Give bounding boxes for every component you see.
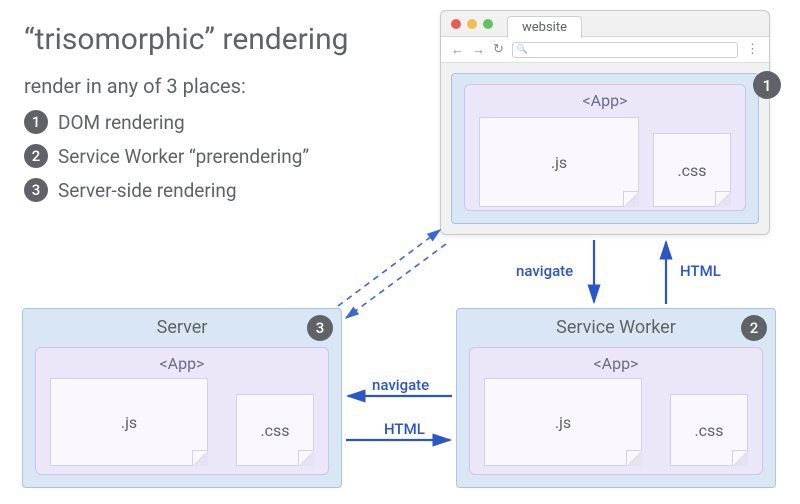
panel-title: Service Worker: [457, 317, 775, 338]
diagram-subtitle: render in any of 3 places:: [24, 74, 246, 98]
diagram-title: “trisomorphic” rendering: [24, 22, 349, 57]
file-label: .js: [121, 413, 137, 432]
list-item: 1 DOM rendering: [24, 110, 309, 134]
page-fold-icon: [623, 191, 639, 207]
browser-viewport: <App> .js .css: [451, 73, 759, 224]
arrow-dashed-browser-server-icon: [346, 244, 446, 318]
page-fold-icon: [626, 450, 642, 466]
location-badge-icon: 2: [741, 315, 767, 341]
places-list: 1 DOM rendering 2 Service Worker “preren…: [24, 110, 309, 212]
search-icon: 🔍: [517, 45, 528, 55]
list-item-label: DOM rendering: [58, 111, 185, 134]
menu-icon: ⋮: [746, 42, 759, 57]
file-js: .js: [484, 378, 642, 466]
list-item: 3 Server-side rendering: [24, 178, 309, 202]
file-label: .css: [677, 161, 706, 180]
app-label: <App>: [465, 91, 745, 110]
browser-toolbar: ← → ↻ 🔍 ⋮: [441, 37, 769, 63]
back-icon: ←: [451, 42, 464, 58]
file-css: .css: [670, 394, 748, 466]
file-label: .js: [555, 413, 571, 432]
traffic-light-close-icon: [451, 19, 461, 29]
file-js: .js: [50, 378, 208, 466]
file-label: .css: [694, 421, 723, 440]
browser-titlebar: website: [441, 11, 769, 37]
page-fold-icon: [732, 450, 748, 466]
page-fold-icon: [192, 450, 208, 466]
number-badge-icon: 2: [24, 144, 48, 168]
number-badge-icon: 1: [24, 110, 48, 134]
browser-window: website ← → ↻ 🔍 ⋮ 1 <App> .js .css: [440, 10, 770, 235]
list-item-label: Service Worker “prerendering”: [58, 145, 309, 168]
server-panel: Server 3 <App> .js .css: [22, 308, 342, 488]
file-js: .js: [479, 117, 639, 207]
file-label: .js: [551, 153, 567, 172]
forward-icon: →: [472, 42, 485, 58]
arrow-label-navigate: navigate: [372, 376, 429, 394]
url-bar: 🔍: [512, 42, 738, 58]
traffic-light-min-icon: [467, 19, 477, 29]
app-box: <App> .js .css: [464, 84, 746, 211]
page-fold-icon: [298, 450, 314, 466]
browser-tab: website: [507, 16, 582, 38]
number-badge-icon: 3: [24, 178, 48, 202]
reload-icon: ↻: [493, 42, 504, 57]
list-item-label: Server-side rendering: [58, 179, 237, 202]
file-label: .css: [260, 421, 289, 440]
service-worker-panel: Service Worker 2 <App> .js .css: [456, 308, 776, 488]
location-badge-icon: 3: [307, 315, 333, 341]
arrow-label-html: HTML: [384, 420, 425, 438]
arrow-dashed-server-browser-icon: [338, 230, 440, 306]
file-css: .css: [236, 394, 314, 466]
app-label: <App>: [470, 354, 762, 373]
app-box: <App> .js .css: [469, 347, 763, 475]
app-label: <App>: [36, 354, 328, 373]
page-fold-icon: [715, 191, 731, 207]
panel-title: Server: [23, 317, 341, 338]
list-item: 2 Service Worker “prerendering”: [24, 144, 309, 168]
app-box: <App> .js .css: [35, 347, 329, 475]
arrow-label-html: HTML: [680, 262, 721, 280]
traffic-light-max-icon: [483, 19, 493, 29]
location-badge-icon: 1: [753, 71, 781, 99]
arrow-label-navigate: navigate: [516, 262, 573, 280]
file-css: .css: [653, 133, 731, 207]
